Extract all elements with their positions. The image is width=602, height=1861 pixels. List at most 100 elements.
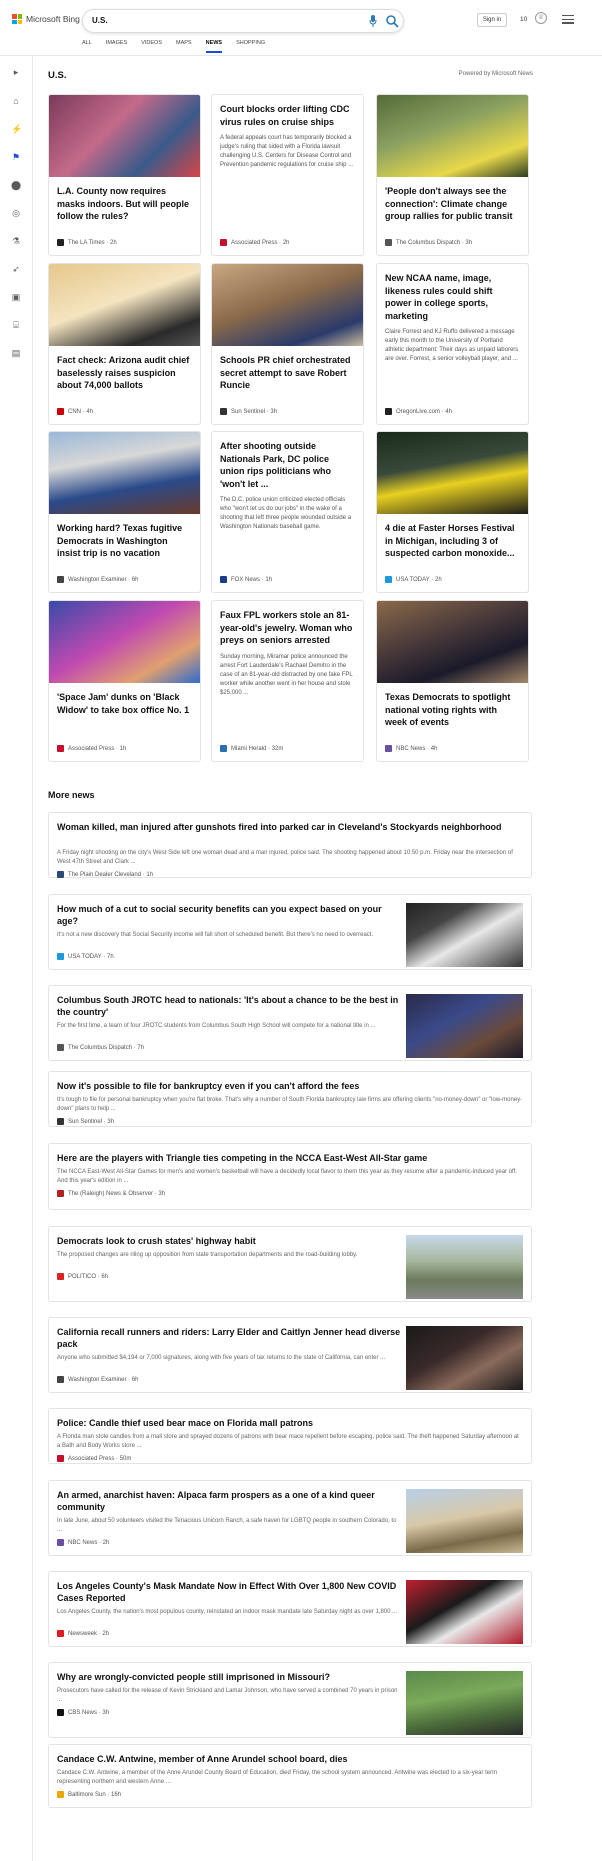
more-news-source[interactable]: Washington Examiner · 6h [57,1376,139,1383]
more-news-title[interactable]: An armed, anarchist haven: Alpaca farm p… [57,1489,402,1513]
more-news-title[interactable]: Police: Candle thief used bear mace on F… [57,1417,523,1429]
discover-icon[interactable]: ⚡ [11,124,22,134]
news-card-title[interactable]: Court blocks order lifting CDC virus rul… [212,95,363,128]
entertainment-icon[interactable]: ▣ [11,292,21,302]
science-icon[interactable]: ⚗ [11,236,21,246]
more-news-title[interactable]: Why are wrongly-convicted people still i… [57,1671,402,1683]
more-news-thumbnail[interactable] [406,1671,523,1735]
expand-chevron-icon[interactable]: ▸ [11,67,21,77]
news-card-source[interactable]: Associated Press · 2h [220,239,289,246]
news-card-image[interactable] [377,601,528,683]
politics-building-icon[interactable]: ⌸ [11,320,21,330]
more-news-item[interactable]: Columbus South JROTC head to nationals: … [48,985,532,1061]
more-news-item[interactable]: Candace C.W. Antwine, member of Anne Aru… [48,1744,532,1808]
news-card-title[interactable]: 'People don't always see the connection'… [377,177,528,223]
news-card-title[interactable]: Faux FPL workers stole an 81-year-old's … [212,601,363,647]
more-news-source[interactable]: Sun Sentinel · 3h [57,1118,114,1125]
us-news-flag-icon[interactable]: ⚑ [11,152,21,162]
nav-tab-all[interactable]: ALL [82,40,92,53]
news-card-image[interactable] [49,601,200,683]
news-card[interactable]: Schools PR chief orchestrated secret att… [211,263,364,425]
money-icon[interactable]: ▤ [11,348,21,358]
more-news-source[interactable]: CBS News · 3h [57,1709,109,1716]
more-news-thumbnail[interactable] [406,994,523,1058]
news-card-source[interactable]: The LA Times · 2h [57,239,117,246]
nav-tab-shopping[interactable]: SHOPPING [236,40,265,53]
news-card[interactable]: Working hard? Texas fugitive Democrats i… [48,431,201,593]
technology-rocket-icon[interactable]: ➶ [11,264,21,274]
news-card-source[interactable]: USA TODAY · 2h [385,576,442,583]
more-news-title[interactable]: Woman killed, man injured after gunshots… [57,821,523,833]
more-news-item[interactable]: Woman killed, man injured after gunshots… [48,812,532,878]
hamburger-menu-icon[interactable] [562,15,574,24]
nav-tab-images[interactable]: IMAGES [106,40,127,53]
more-news-thumbnail[interactable] [406,903,523,967]
news-card-source[interactable]: NBC News · 4h [385,745,437,752]
more-news-source[interactable]: NBC News · 2h [57,1539,109,1546]
news-card-source[interactable]: CNN · 4h [57,408,93,415]
news-card-title[interactable]: L.A. County now requires masks indoors. … [49,177,200,223]
news-card-image[interactable] [49,264,200,346]
news-card[interactable]: Texas Democrats to spotlight national vo… [376,600,529,762]
more-news-item[interactable]: How much of a cut to social security ben… [48,894,532,970]
news-card-title[interactable]: 4 die at Faster Horses Festival in Michi… [377,514,528,560]
microphone-icon[interactable] [369,15,377,27]
news-card-image[interactable] [377,95,528,177]
news-card-source[interactable]: Miami Herald · 32m [220,745,283,752]
more-news-source[interactable]: POLITICO · 6h [57,1273,108,1280]
more-news-item[interactable]: Now it's possible to file for bankruptcy… [48,1071,532,1127]
news-card[interactable]: 'People don't always see the connection'… [376,94,529,256]
sign-in-button[interactable]: Sign in [477,13,507,27]
news-card[interactable]: New NCAA name, image, likeness rules cou… [376,263,529,425]
local-pin-icon[interactable]: ⬤ [11,180,21,190]
news-card[interactable]: 4 die at Faster Horses Festival in Michi… [376,431,529,593]
more-news-title[interactable]: California recall runners and riders: La… [57,1326,402,1350]
search-input[interactable]: U.S. [92,16,108,25]
more-news-thumbnail[interactable] [406,1489,523,1553]
more-news-title[interactable]: Here are the players with Triangle ties … [57,1152,523,1164]
news-card-title[interactable]: Schools PR chief orchestrated secret att… [212,346,363,392]
news-card-title[interactable]: New NCAA name, image, likeness rules cou… [377,264,528,322]
more-news-item[interactable]: Police: Candle thief used bear mace on F… [48,1408,532,1464]
more-news-source[interactable]: Newsweek · 2h [57,1630,109,1637]
news-card[interactable]: Fact check: Arizona audit chief baseless… [48,263,201,425]
world-globe-icon[interactable]: ◎ [11,208,21,218]
more-news-title[interactable]: Now it's possible to file for bankruptcy… [57,1080,523,1092]
bing-logo[interactable]: Microsoft Bing [12,14,80,24]
news-card-source[interactable]: Washington Examiner · 6h [57,576,139,583]
news-card[interactable]: Court blocks order lifting CDC virus rul… [211,94,364,256]
news-card-source[interactable]: The Columbus Dispatch · 3h [385,239,472,246]
news-card-title[interactable]: 'Space Jam' dunks on 'Black Widow' to ta… [49,683,200,716]
more-news-title[interactable]: Candace C.W. Antwine, member of Anne Aru… [57,1753,523,1765]
rewards-points[interactable]: 10 [520,16,527,23]
more-news-thumbnail[interactable] [406,1326,523,1390]
news-card[interactable]: Faux FPL workers stole an 81-year-old's … [211,600,364,762]
nav-tab-videos[interactable]: VIDEOS [141,40,162,53]
search-icon[interactable] [385,14,399,28]
news-card-title[interactable]: Texas Democrats to spotlight national vo… [377,683,528,729]
more-news-title[interactable]: Democrats look to crush states' highway … [57,1235,402,1247]
more-news-item[interactable]: An armed, anarchist haven: Alpaca farm p… [48,1480,532,1556]
news-card-image[interactable] [49,95,200,177]
news-card[interactable]: 'Space Jam' dunks on 'Black Widow' to ta… [48,600,201,762]
news-card-source[interactable]: Sun Sentinel · 3h [220,408,277,415]
news-card-image[interactable] [377,432,528,514]
news-card-source[interactable]: Associated Press · 1h [57,745,126,752]
more-news-title[interactable]: How much of a cut to social security ben… [57,903,402,927]
home-icon[interactable]: ⌂ [11,96,21,106]
more-news-source[interactable]: The (Raleigh) News & Observer · 3h [57,1190,165,1197]
search-box[interactable]: U.S. [82,9,404,33]
powered-by-label[interactable]: Powered by Microsoft News [459,71,533,77]
more-news-item[interactable]: Los Angeles County's Mask Mandate Now in… [48,1571,532,1647]
more-news-source[interactable]: The Columbus Dispatch · 7h [57,1044,144,1051]
more-news-thumbnail[interactable] [406,1580,523,1644]
more-news-source[interactable]: Associated Press · 50m [57,1455,131,1462]
more-news-thumbnail[interactable] [406,1235,523,1299]
rewards-trophy-icon[interactable]: ♕ [535,12,547,24]
news-card-title[interactable]: Fact check: Arizona audit chief baseless… [49,346,200,392]
news-card-title[interactable]: After shooting outside Nationals Park, D… [212,432,363,490]
news-card-image[interactable] [49,432,200,514]
news-card-title[interactable]: Working hard? Texas fugitive Democrats i… [49,514,200,560]
nav-tab-maps[interactable]: MAPS [176,40,192,53]
more-news-source[interactable]: USA TODAY · 7h [57,953,114,960]
